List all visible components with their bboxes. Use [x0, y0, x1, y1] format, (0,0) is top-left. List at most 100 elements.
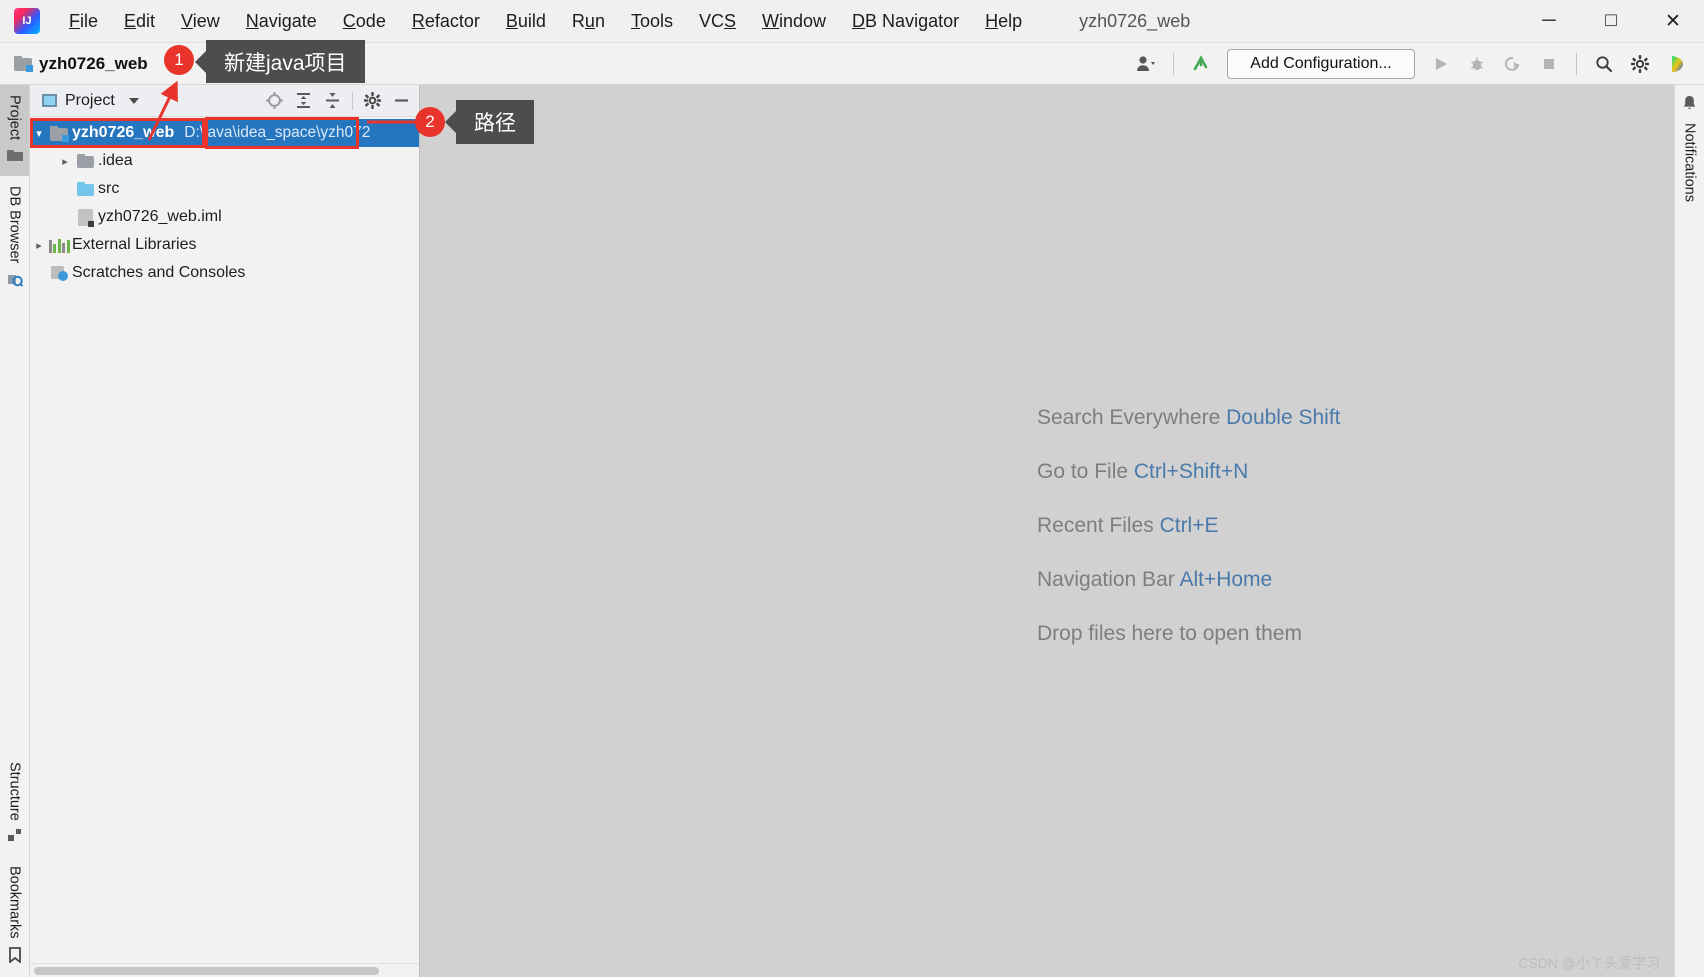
menu-item-help[interactable]: Help: [972, 0, 1035, 42]
tree-row-external-libraries[interactable]: ▸ External Libraries: [30, 231, 419, 259]
main-toolbar: yzh0726_web Add Configuration...: [0, 43, 1704, 85]
toolbar-separator-2: [1576, 52, 1577, 75]
chevron-expanded-icon[interactable]: ▾: [30, 127, 48, 140]
hide-tool-window-icon[interactable]: [388, 88, 415, 114]
collapse-all-icon[interactable]: [319, 88, 346, 114]
hint-shortcut-label: Double Shift: [1226, 406, 1341, 429]
tree-row-idea[interactable]: ▸ .idea: [30, 147, 419, 175]
menu-item-window[interactable]: Window: [749, 0, 839, 42]
scrollbar-thumb[interactable]: [34, 966, 379, 975]
sidebar-item-bookmarks[interactable]: Bookmarks: [0, 856, 29, 977]
menu-item-edit[interactable]: Edit: [111, 0, 168, 42]
tree-row-project-root[interactable]: ▾ yzh0726_web D:\java\idea_space\yzh072: [30, 119, 419, 147]
settings-gear-icon[interactable]: [1624, 49, 1656, 79]
project-tool-window-header: Project: [30, 85, 419, 117]
hint-action-label: Navigation Bar: [1037, 568, 1175, 591]
menu-item-run[interactable]: Run: [559, 0, 618, 42]
folder-grey-icon: [74, 154, 96, 168]
tree-row-label: External Libraries: [72, 236, 197, 253]
tree-row-label: yzh0726_web.iml: [98, 208, 222, 225]
close-button[interactable]: ✕: [1642, 0, 1704, 42]
hint-action-label: Recent Files: [1037, 514, 1154, 537]
menu-item-navigate[interactable]: Navigate: [233, 0, 330, 42]
right-tool-stripe: Notifications: [1674, 85, 1704, 977]
project-tool-window-actions: [261, 88, 415, 114]
menu-item-db-navigator[interactable]: DB Navigator: [839, 0, 972, 42]
menu-item-build[interactable]: Build: [493, 0, 559, 42]
hint-action-label: Search Everywhere: [1037, 406, 1221, 429]
folder-icon: [6, 148, 23, 166]
project-view-icon: [42, 94, 57, 107]
structure-icon: [7, 828, 22, 846]
project-tool-window-title-group[interactable]: Project: [42, 92, 139, 110]
menu-item-file[interactable]: File: [56, 0, 111, 42]
search-icon[interactable]: [1588, 49, 1620, 79]
expand-all-icon[interactable]: [290, 88, 317, 114]
add-configuration-button[interactable]: Add Configuration...: [1227, 48, 1415, 79]
sidebar-item-bookmarks-label: Bookmarks: [6, 866, 23, 939]
window-title: yzh0726_web: [1079, 10, 1191, 31]
toolbar-right-group: Add Configuration...: [1130, 48, 1704, 79]
user-account-icon[interactable]: [1130, 49, 1162, 79]
sidebar-item-structure-label: Structure: [6, 761, 23, 821]
chevron-right-icon[interactable]: ▸: [30, 239, 48, 252]
tree-row-src[interactable]: src: [30, 175, 419, 203]
tree-row-iml-file[interactable]: yzh0726_web.iml: [30, 203, 419, 231]
menu-item-view[interactable]: View: [168, 0, 233, 42]
stripe-spacer: [0, 301, 29, 752]
project-tree-horizontal-scrollbar[interactable]: [30, 963, 419, 977]
stop-icon[interactable]: [1533, 49, 1565, 79]
editor-empty-area: Search Everywhere Double Shift Go to Fil…: [420, 85, 1674, 977]
tree-row-label: src: [98, 180, 120, 197]
libraries-icon: [48, 238, 70, 253]
sidebar-item-project-label: Project: [6, 95, 23, 141]
menu-item-code[interactable]: Code: [330, 0, 399, 42]
menu-item-tools[interactable]: Tools: [618, 0, 686, 42]
maximize-button[interactable]: □: [1580, 0, 1642, 42]
tree-row-label: .idea: [98, 152, 133, 169]
title-bar: File Edit View Navigate Code Refactor Bu…: [0, 0, 1704, 43]
sidebar-item-structure[interactable]: Structure: [0, 752, 29, 857]
hint-recent-files: Recent Files Ctrl+E: [420, 515, 1674, 536]
bell-icon: [1682, 95, 1697, 115]
tree-row-label: Scratches and Consoles: [72, 264, 246, 281]
sidebar-item-db-browser[interactable]: DB Browser: [0, 176, 29, 300]
minimize-button[interactable]: ─: [1518, 0, 1580, 42]
sidebar-item-notifications-label: Notifications: [1681, 123, 1698, 202]
project-folder-icon: [48, 125, 70, 142]
tree-row-scratches-and-consoles[interactable]: Scratches and Consoles: [30, 259, 419, 287]
tool-window-divider: [352, 91, 353, 110]
hint-search-everywhere: Search Everywhere Double Shift: [420, 407, 1674, 428]
project-tool-window: Project ▾ yzh0726_web D:\java\idea_space…: [30, 85, 420, 977]
menu-bar: File Edit View Navigate Code Refactor Bu…: [56, 0, 1035, 42]
project-tree[interactable]: ▾ yzh0726_web D:\java\idea_space\yzh072 …: [30, 117, 419, 963]
run-icon[interactable]: [1425, 49, 1457, 79]
vcs-update-icon[interactable]: [1185, 49, 1217, 79]
folder-blue-icon: [74, 182, 96, 196]
settings-gear-icon[interactable]: [359, 88, 386, 114]
hint-go-to-file: Go to File Ctrl+Shift+N: [420, 461, 1674, 482]
menu-item-vcs[interactable]: VCS: [686, 0, 749, 42]
ide-assistant-icon[interactable]: [1660, 49, 1692, 79]
tree-row-path: D:\java\idea_space\yzh072: [184, 124, 371, 141]
bookmark-icon: [8, 947, 21, 967]
sidebar-item-project[interactable]: Project: [0, 85, 29, 177]
chevron-right-icon[interactable]: ▸: [56, 155, 74, 168]
chevron-down-icon[interactable]: [128, 97, 139, 104]
project-folder-icon: [14, 56, 33, 72]
navigation-bar-project[interactable]: yzh0726_web: [14, 54, 148, 74]
sidebar-item-notifications[interactable]: Notifications: [1675, 85, 1704, 212]
hint-action-label: Drop files here to open them: [1037, 622, 1302, 645]
db-browser-icon: [7, 272, 23, 291]
sidebar-item-db-browser-label: DB Browser: [6, 186, 23, 264]
intellij-logo-icon: [14, 8, 40, 34]
locate-target-icon[interactable]: [261, 88, 288, 114]
menu-item-refactor[interactable]: Refactor: [399, 0, 493, 42]
project-tool-window-title: Project: [65, 91, 115, 109]
scratches-icon: [48, 265, 70, 281]
run-with-coverage-icon[interactable]: [1497, 49, 1529, 79]
tree-row-label: yzh0726_web: [72, 124, 175, 141]
hint-action-label: Go to File: [1037, 460, 1129, 483]
debug-icon[interactable]: [1461, 49, 1493, 79]
hint-shortcut-label: Alt+Home: [1179, 568, 1273, 591]
